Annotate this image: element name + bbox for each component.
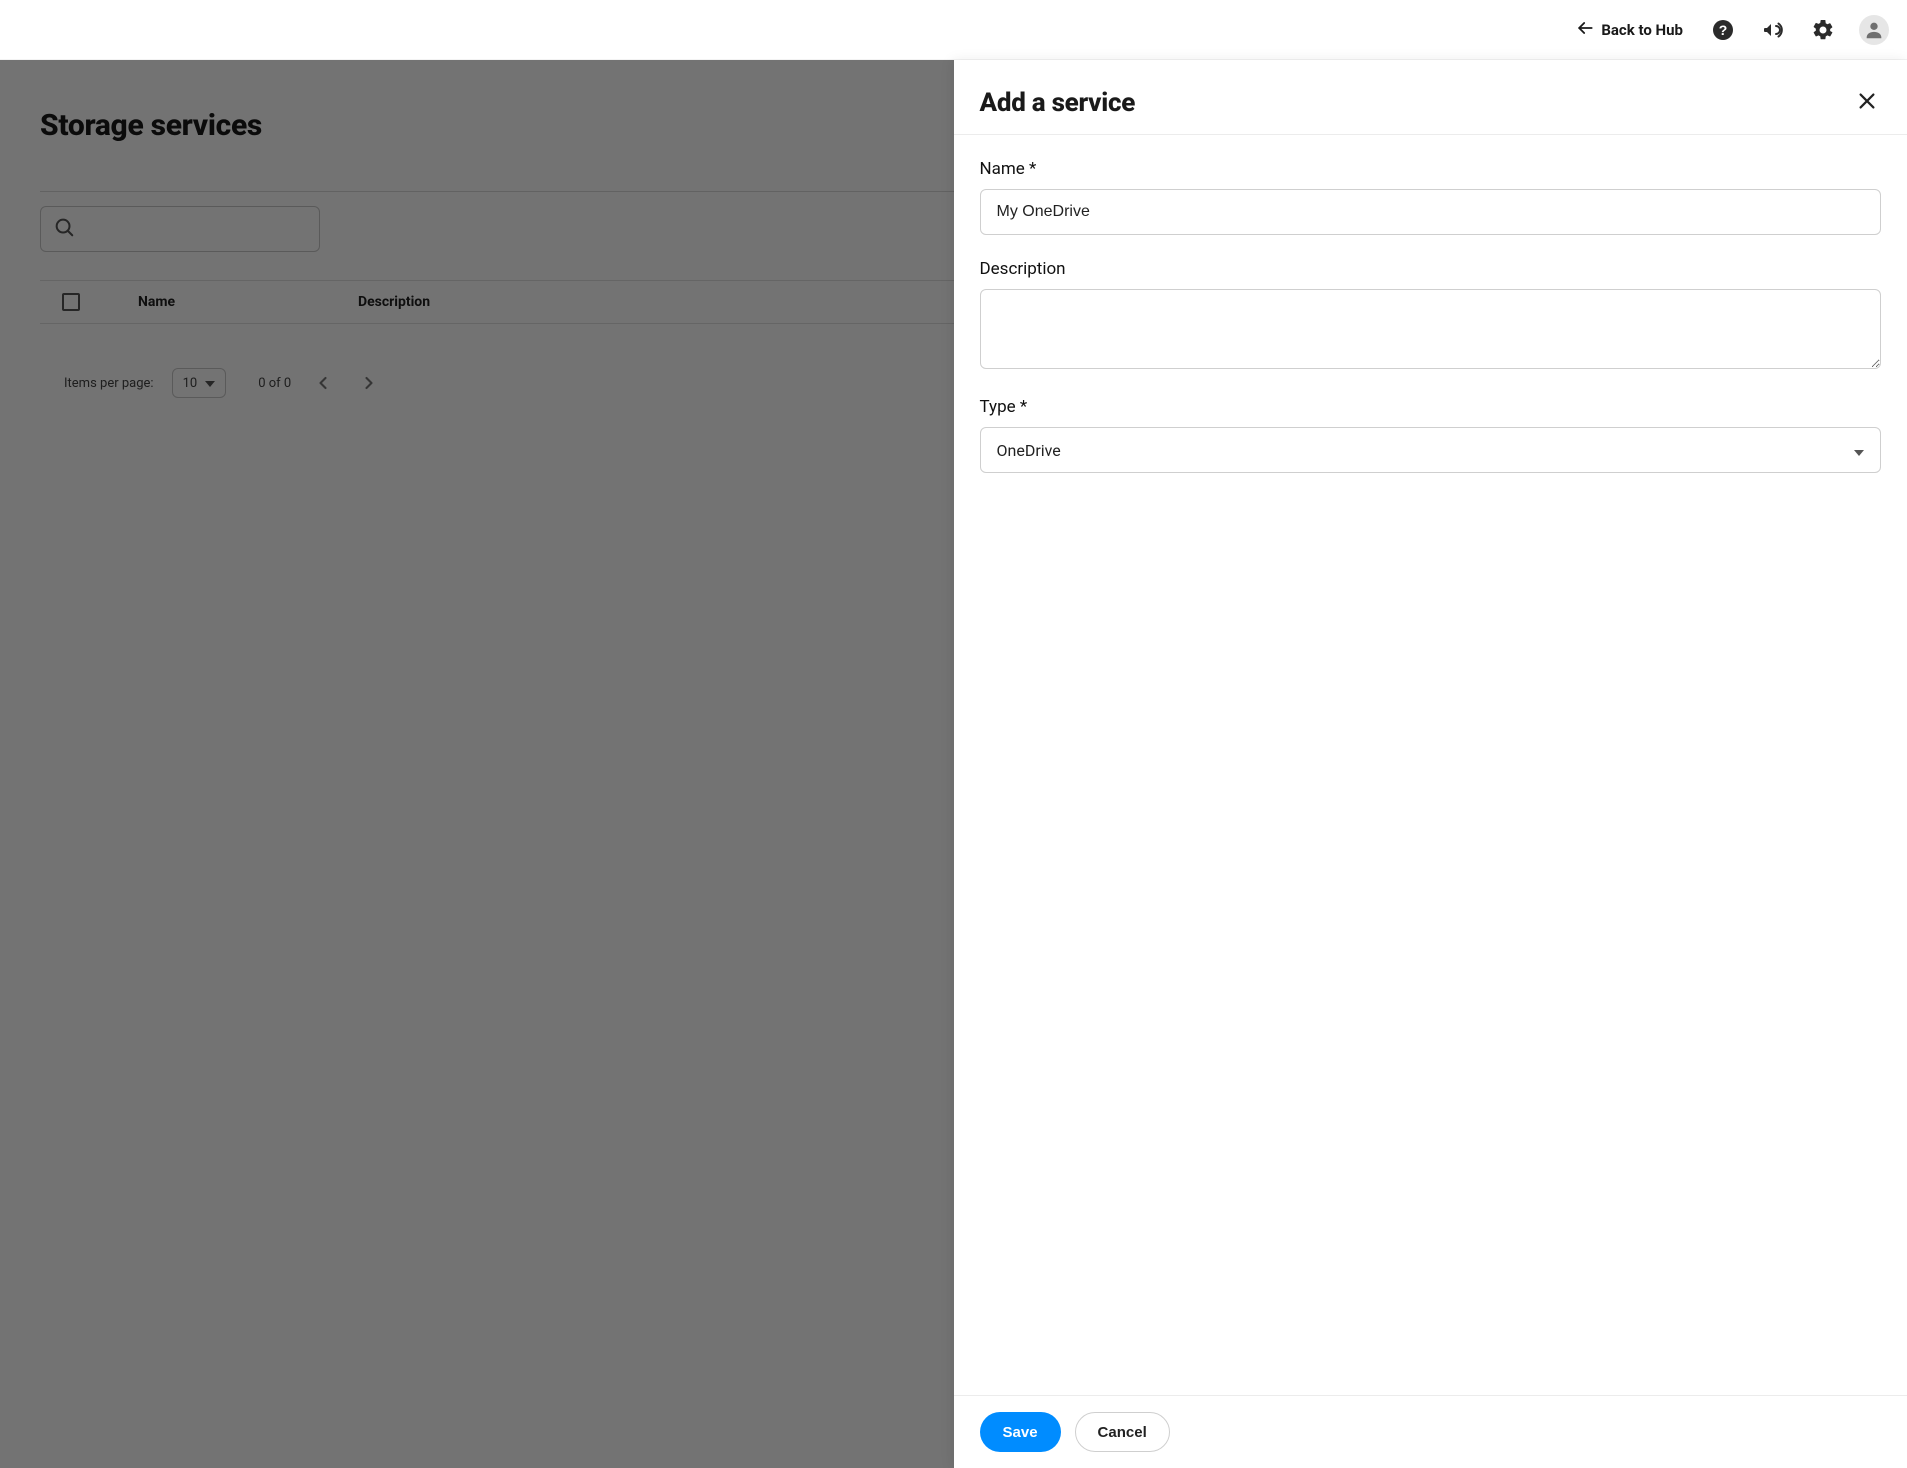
cancel-button[interactable]: Cancel: [1075, 1412, 1170, 1452]
back-to-hub-link[interactable]: Back to Hub: [1575, 18, 1683, 42]
description-field-label: Description: [980, 259, 1882, 279]
type-select-value: OneDrive: [997, 441, 1061, 460]
top-bar: Back to Hub ?: [0, 0, 1907, 60]
svg-text:?: ?: [1719, 22, 1728, 38]
close-drawer-button[interactable]: [1853, 89, 1881, 117]
name-field-label: Name *: [980, 159, 1882, 179]
back-to-hub-label: Back to Hub: [1601, 21, 1683, 39]
close-icon: [1856, 90, 1878, 116]
type-select[interactable]: OneDrive: [980, 427, 1882, 473]
arrow-left-icon: [1575, 18, 1595, 42]
help-icon[interactable]: ?: [1709, 16, 1737, 44]
type-field-label: Type *: [980, 397, 1882, 417]
save-button[interactable]: Save: [980, 1412, 1061, 1452]
description-textarea[interactable]: [980, 289, 1882, 369]
add-service-drawer: Add a service Name * Description Type * …: [954, 60, 1907, 1468]
caret-down-icon: [1854, 441, 1864, 460]
drawer-title: Add a service: [980, 88, 1136, 118]
announcements-icon[interactable]: [1759, 16, 1787, 44]
user-avatar[interactable]: [1859, 15, 1889, 45]
settings-icon[interactable]: [1809, 16, 1837, 44]
name-input[interactable]: [980, 189, 1882, 235]
